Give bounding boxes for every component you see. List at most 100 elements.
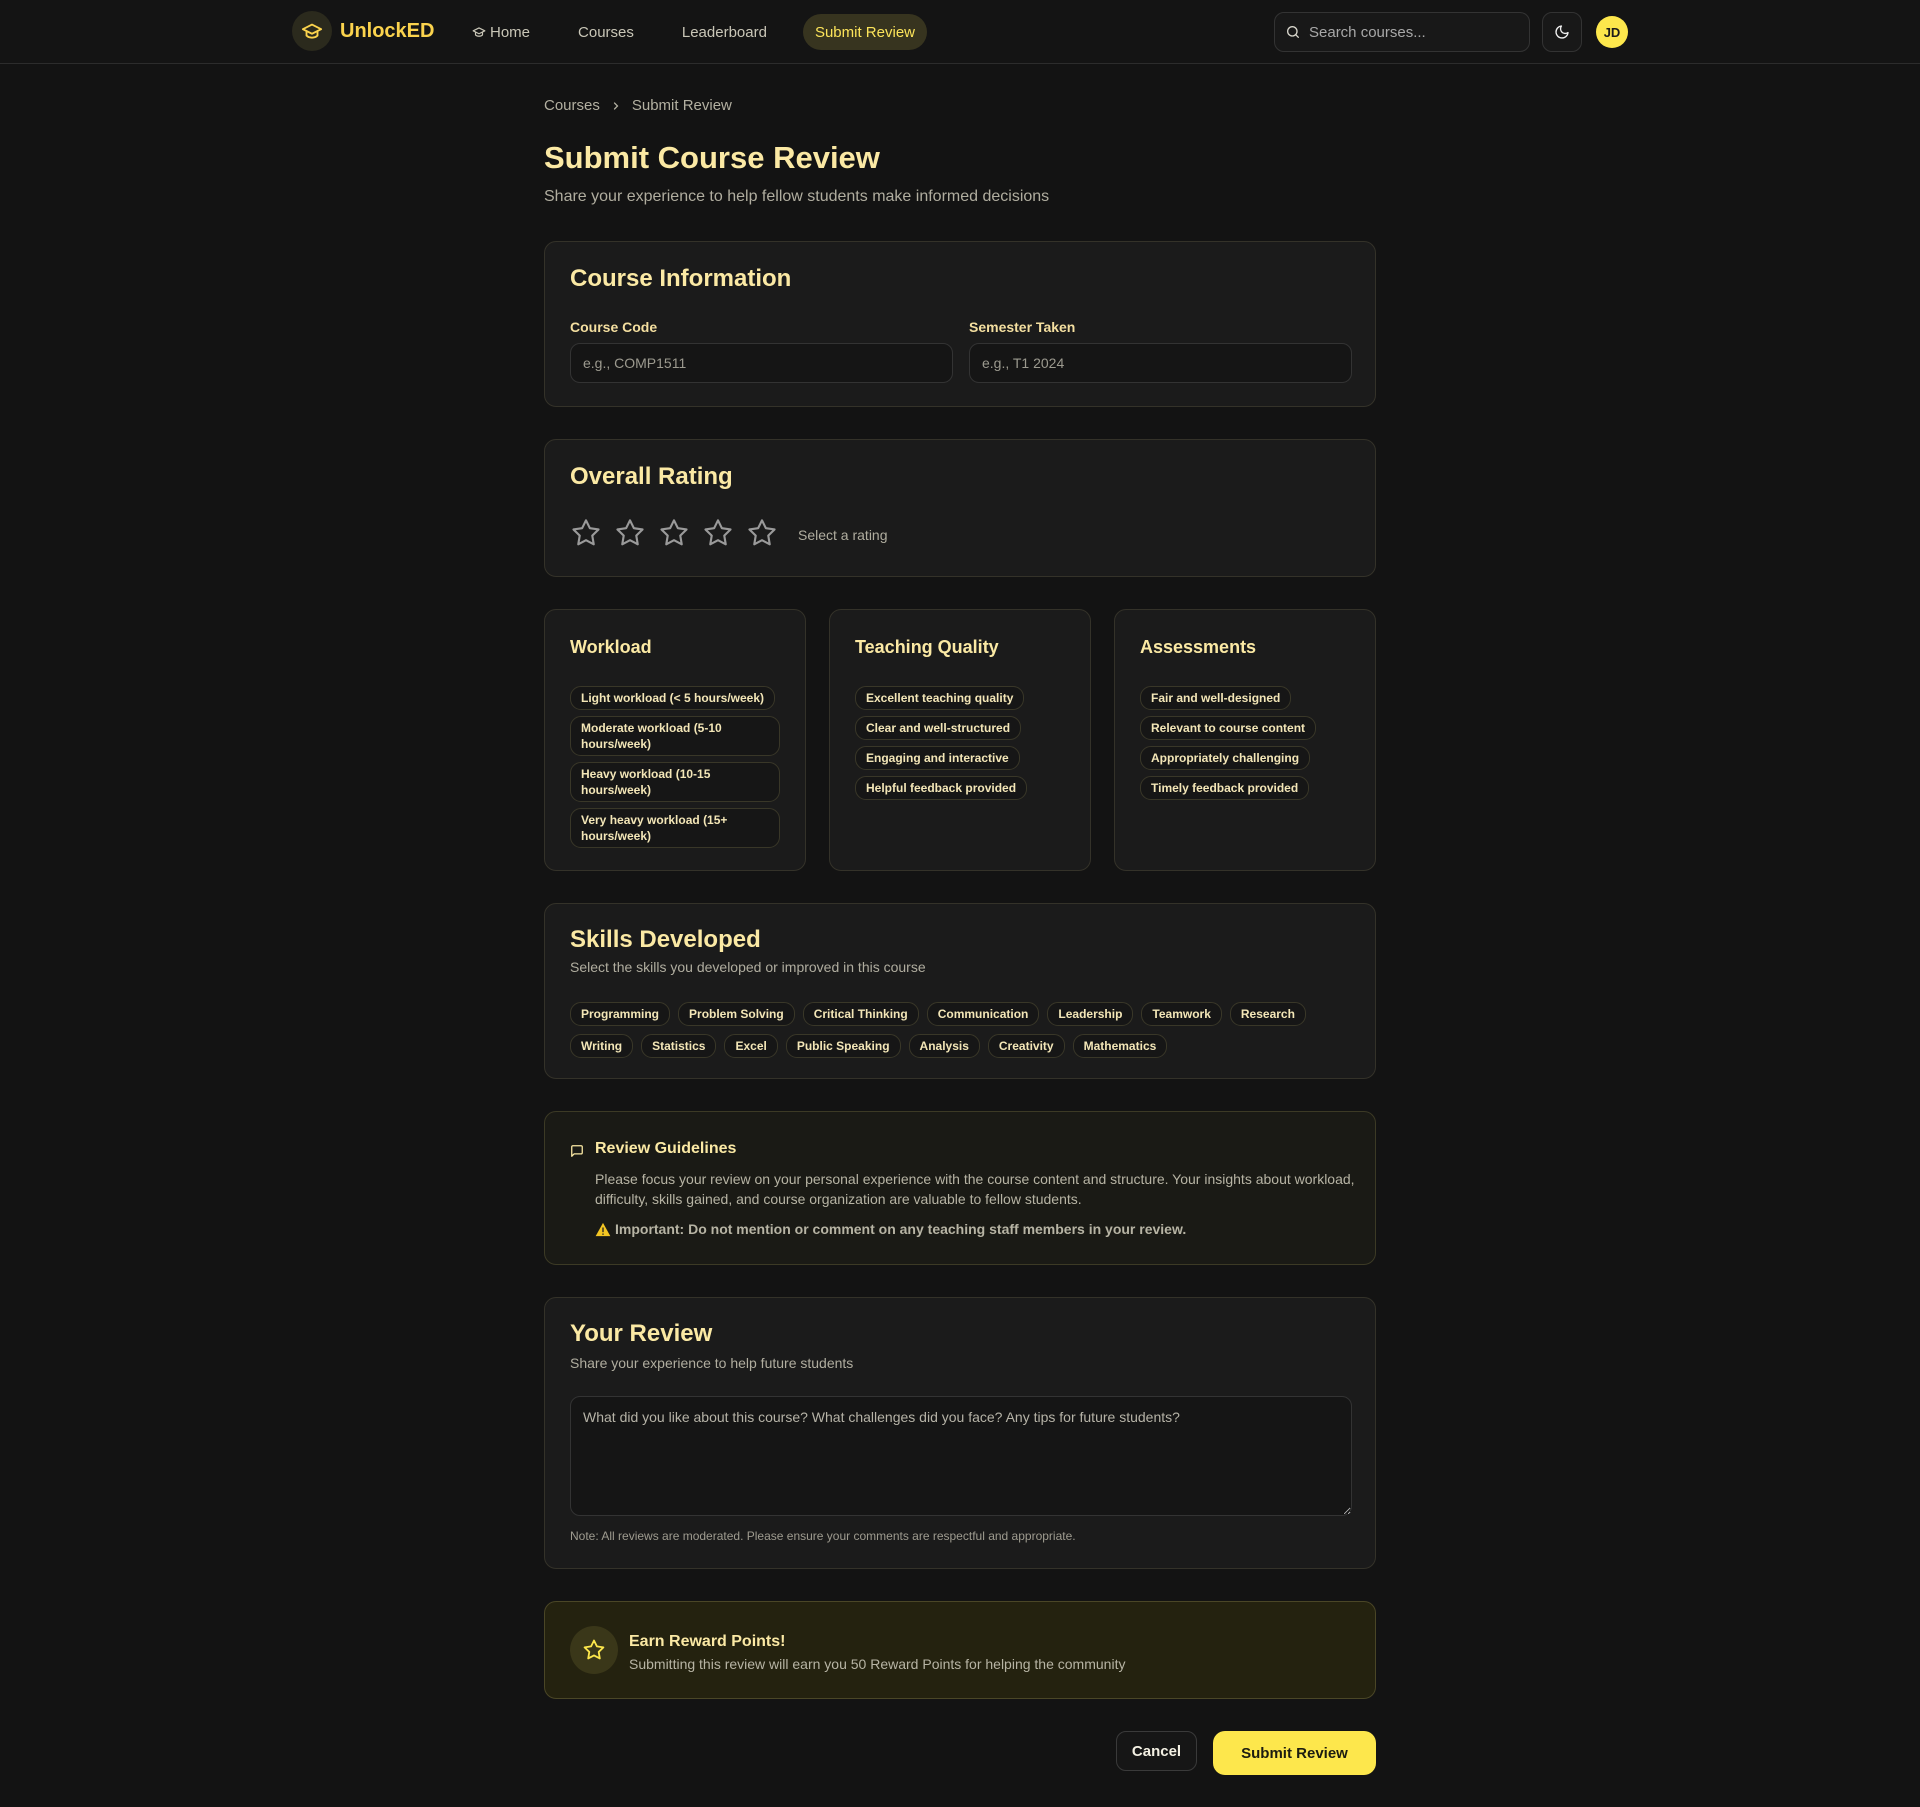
course-info-title: Course Information <box>570 265 792 292</box>
course-code-input[interactable] <box>570 343 953 383</box>
search-input[interactable] <box>1309 23 1509 41</box>
page-subtitle: Share your experience to help fellow stu… <box>544 188 1050 205</box>
theme-toggle-button[interactable] <box>1542 12 1582 52</box>
star-icon <box>570 1626 618 1674</box>
teaching-quality-card: Teaching Quality Excellent teaching qual… <box>829 609 1091 871</box>
message-square-icon <box>570 1144 584 1158</box>
skill-chip[interactable]: Teamwork <box>1141 1002 1222 1026</box>
your-review-title: Your Review <box>570 1320 713 1347</box>
submit-review-button[interactable]: Submit Review <box>1213 1731 1376 1775</box>
moderation-note: Note: All reviews are moderated. Please … <box>570 1529 1076 1543</box>
warning-icon <box>595 1222 611 1237</box>
skill-chip[interactable]: Research <box>1229 1002 1306 1026</box>
skill-chip[interactable]: Problem Solving <box>678 1002 795 1026</box>
semester-input[interactable] <box>969 343 1352 383</box>
workload-title: Workload <box>570 637 652 657</box>
workload-option[interactable]: Very heavy workload (15+ hours/week) <box>570 808 780 848</box>
star-rating: Select a rating <box>570 515 888 555</box>
star-icon <box>614 517 646 554</box>
course-info-card: Course Information Course Code Semester … <box>544 241 1376 407</box>
skill-chip[interactable]: Mathematics <box>1072 1034 1168 1058</box>
skill-chip[interactable]: Critical Thinking <box>802 1002 919 1026</box>
nav-home-label: Home <box>490 23 531 41</box>
guidelines-text: Please focus your review on your persona… <box>595 1171 1355 1207</box>
overall-rating-card: Overall Rating Select a rating <box>544 439 1376 577</box>
chevron-right-icon <box>610 100 622 112</box>
breadcrumb-current: Submit Review <box>631 97 732 114</box>
page-title: Submit Course Review <box>544 140 880 175</box>
skill-chip[interactable]: Communication <box>926 1002 1040 1026</box>
star-icon <box>570 517 602 554</box>
workload-option[interactable]: Moderate workload (5-10 hours/week) <box>570 716 780 756</box>
star-icon <box>702 517 734 554</box>
top-navbar: UnlockED Home Courses Leaderboard Submit… <box>0 0 1920 64</box>
workload-option[interactable]: Heavy workload (10-15 hours/week) <box>570 762 780 802</box>
teaching-options: Excellent teaching quality Clear and wel… <box>855 686 1028 800</box>
teaching-quality-title: Teaching Quality <box>855 637 999 657</box>
overall-rating-title: Overall Rating <box>570 463 733 490</box>
assessment-options: Fair and well-designed Relevant to cours… <box>1140 686 1317 800</box>
course-code-label: Course Code <box>570 319 658 335</box>
reward-text: Submitting this review will earn you 50 … <box>629 1656 1126 1672</box>
star-rating-3[interactable] <box>658 515 702 555</box>
skills-title: Skills Developed <box>570 926 761 953</box>
assessments-title: Assessments <box>1140 637 1257 657</box>
brand-name: UnlockED <box>340 19 435 42</box>
your-review-subtitle: Share your experience to help future stu… <box>570 1355 854 1371</box>
star-rating-4[interactable] <box>702 515 746 555</box>
graduation-cap-icon <box>472 25 490 39</box>
skill-chip[interactable]: Statistics <box>641 1034 717 1058</box>
star-rating-2[interactable] <box>614 515 658 555</box>
skill-chip[interactable]: Public Speaking <box>785 1034 901 1058</box>
workload-option[interactable]: Light workload (< 5 hours/week) <box>570 686 776 710</box>
guidelines-warning: Important: Do not mention or comment on … <box>595 1221 1186 1237</box>
search-box <box>1274 12 1530 52</box>
guidelines-title: Review Guidelines <box>595 1140 737 1157</box>
skill-chip[interactable]: Creativity <box>987 1034 1065 1058</box>
breadcrumb: Courses Submit Review <box>544 97 732 114</box>
review-guidelines-card: Review Guidelines Please focus your revi… <box>544 1111 1376 1265</box>
semester-label: Semester Taken <box>969 319 1076 335</box>
graduation-cap-icon <box>292 11 332 51</box>
teaching-option[interactable]: Engaging and interactive <box>855 746 1020 770</box>
rating-hint: Select a rating <box>798 527 888 543</box>
nav-home[interactable]: Home <box>460 14 542 50</box>
skill-chip[interactable]: Leadership <box>1047 1002 1134 1026</box>
nav-links: Home Courses Leaderboard Submit Review <box>460 14 951 50</box>
assessment-option[interactable]: Relevant to course content <box>1140 716 1317 740</box>
breadcrumb-courses[interactable]: Courses <box>544 97 600 114</box>
nav-leaderboard[interactable]: Leaderboard <box>670 14 779 50</box>
skill-chip[interactable]: Analysis <box>908 1034 980 1058</box>
assessment-option[interactable]: Fair and well-designed <box>1140 686 1292 710</box>
workload-card: Workload Light workload (< 5 hours/week)… <box>544 609 806 871</box>
teaching-option[interactable]: Clear and well-structured <box>855 716 1022 740</box>
skills-card: Skills Developed Select the skills you d… <box>544 903 1376 1079</box>
star-rating-5[interactable] <box>746 515 790 555</box>
brand-logo[interactable]: UnlockED <box>292 11 434 51</box>
skill-chip[interactable]: Programming <box>570 1002 671 1026</box>
your-review-card: Your Review Share your experience to hel… <box>544 1297 1376 1569</box>
skill-chip[interactable]: Writing <box>570 1034 634 1058</box>
teaching-option[interactable]: Helpful feedback provided <box>855 776 1028 800</box>
reward-card: Earn Reward Points! Submitting this revi… <box>544 1601 1376 1699</box>
nav-courses[interactable]: Courses <box>566 14 646 50</box>
star-rating-1[interactable] <box>570 515 614 555</box>
search-icon <box>1285 24 1301 40</box>
skill-chip[interactable]: Excel <box>724 1034 778 1058</box>
teaching-option[interactable]: Excellent teaching quality <box>855 686 1025 710</box>
reward-title: Earn Reward Points! <box>629 1633 786 1650</box>
review-textarea[interactable] <box>570 1396 1352 1516</box>
avatar[interactable]: JD <box>1596 16 1628 48</box>
assessment-option[interactable]: Timely feedback provided <box>1140 776 1310 800</box>
skills-chips: Programming Problem Solving Critical Thi… <box>570 1002 1360 1058</box>
star-icon <box>746 517 778 554</box>
moon-icon <box>1554 24 1570 40</box>
star-icon <box>658 517 690 554</box>
workload-options: Light workload (< 5 hours/week) Moderate… <box>570 686 780 848</box>
assessments-card: Assessments Fair and well-designed Relev… <box>1114 609 1376 871</box>
skills-subtitle: Select the skills you developed or impro… <box>570 959 926 975</box>
guidelines-warning-text: Important: Do not mention or comment on … <box>615 1221 1187 1237</box>
nav-submit-review[interactable]: Submit Review <box>802 14 927 50</box>
cancel-button[interactable]: Cancel <box>1116 1731 1197 1771</box>
assessment-option[interactable]: Appropriately challenging <box>1140 746 1311 770</box>
